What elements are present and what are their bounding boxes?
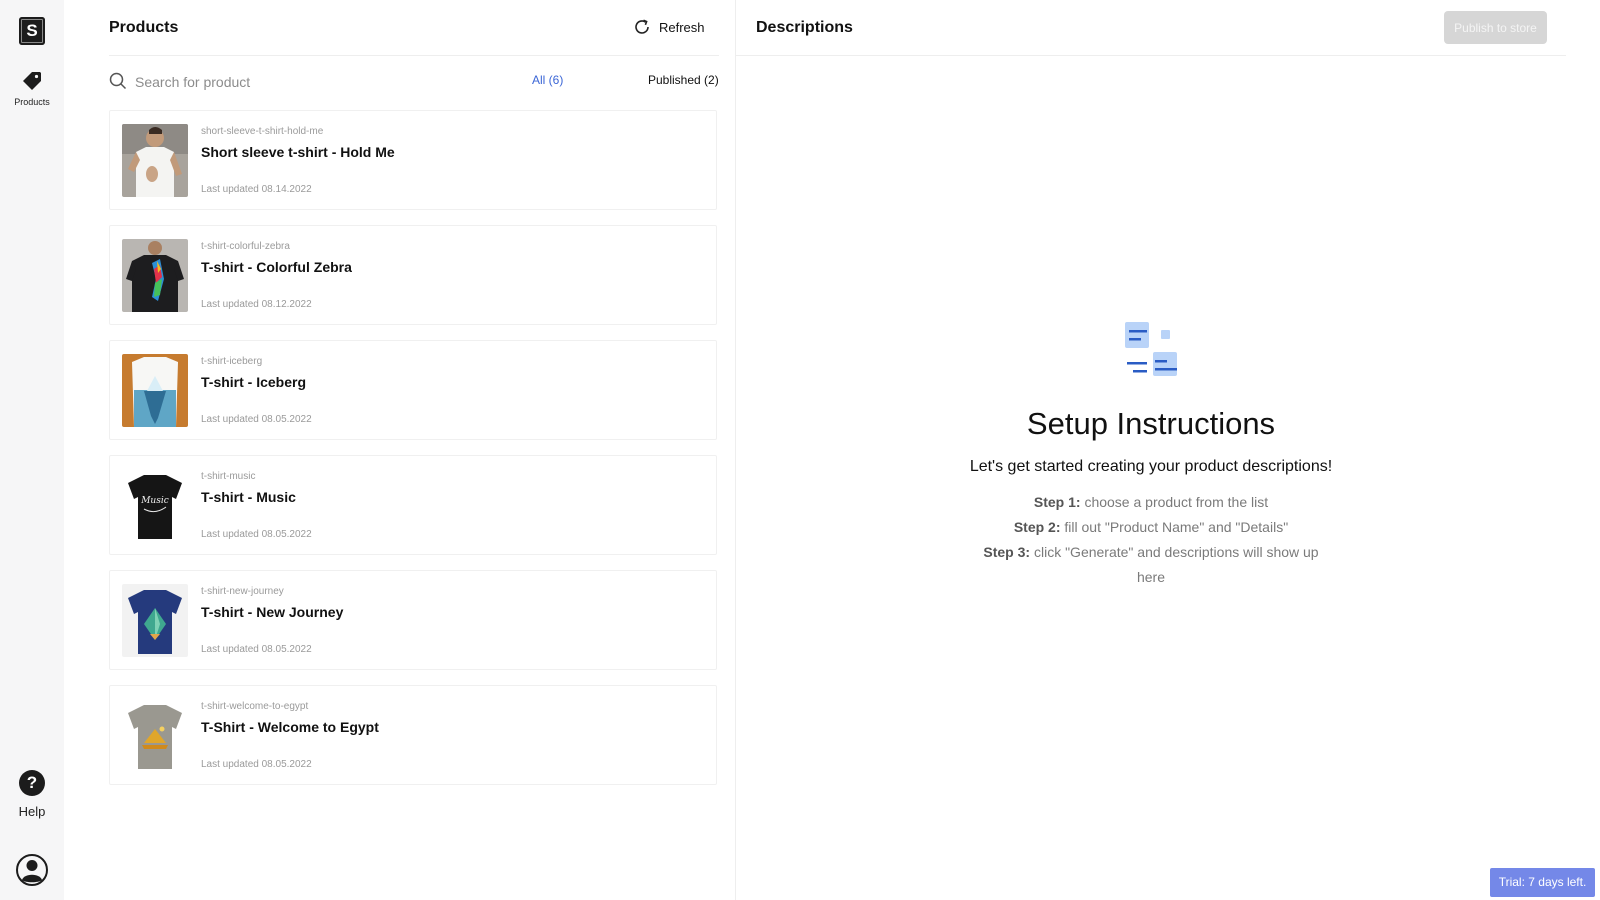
step-3: Step 3: click "Generate" and description… [981, 540, 1321, 590]
product-slug: t-shirt-iceberg [201, 356, 263, 367]
step-2-label: Step 2: [1013, 519, 1061, 535]
setup-subtitle: Let's get started creating your product … [969, 458, 1333, 475]
product-name: Short sleeve t-shirt - Hold Me [201, 144, 395, 160]
trial-badge[interactable]: Trial: 7 days left. [1490, 868, 1595, 897]
product-thumbnail [122, 584, 188, 657]
step-1: Step 1: choose a product from the list [736, 490, 1566, 515]
products-header: Products Refresh [109, 0, 719, 56]
product-name: T-shirt - Music [201, 489, 296, 505]
product-thumbnail [122, 239, 188, 312]
step-1-text: choose a product from the list [1080, 494, 1269, 510]
product-list-item[interactable]: t-shirt-iceberg T-shirt - Iceberg Last u… [109, 340, 717, 440]
product-list-item[interactable]: t-shirt-new-journey T-shirt - New Journe… [109, 570, 717, 670]
setup-instructions: Setup Instructions Let's get started cre… [736, 320, 1566, 590]
setup-title: Setup Instructions [1026, 406, 1276, 441]
step-1-label: Step 1: [1033, 494, 1081, 510]
refresh-label: Refresh [659, 19, 705, 35]
product-updated: Last updated 08.12.2022 [201, 299, 312, 310]
product-name: T-Shirt - Welcome to Egypt [201, 719, 379, 735]
help-label: Help [18, 804, 46, 819]
product-list-item[interactable]: t-shirt-welcome-to-egypt T-Shirt - Welco… [109, 685, 717, 785]
tab-published[interactable]: Published (2) [648, 73, 719, 87]
sidebar: S Products ? Help [0, 0, 64, 900]
step-2-text: fill out "Product Name" and "Details" [1060, 519, 1289, 535]
product-name: T-shirt - Iceberg [201, 374, 307, 390]
product-thumbnail [122, 354, 188, 427]
product-name: T-shirt - Colorful Zebra [201, 259, 352, 275]
step-2: Step 2: fill out "Product Name" and "Det… [736, 515, 1566, 540]
product-thumbnail: Music [122, 469, 188, 542]
products-title: Products [109, 19, 179, 36]
svg-text:Music: Music [140, 496, 169, 506]
publish-to-store-button[interactable]: Publish to store [1444, 11, 1547, 44]
step-3-label: Step 3: [983, 544, 1031, 560]
product-name: T-shirt - New Journey [201, 604, 344, 620]
product-updated: Last updated 08.05.2022 [201, 529, 312, 540]
product-list: short-sleeve-t-shirt-hold-me Short sleev… [109, 110, 717, 800]
refresh-button[interactable]: Refresh [633, 16, 705, 38]
app-logo[interactable]: S [19, 17, 45, 45]
question-icon: ? [19, 770, 45, 796]
product-slug: short-sleeve-t-shirt-hold-me [201, 126, 324, 137]
help-button[interactable]: ? Help [0, 770, 64, 819]
product-slug: t-shirt-new-journey [201, 586, 284, 597]
product-updated: Last updated 08.05.2022 [201, 759, 312, 770]
search-row: All (6) Published (2) [109, 70, 719, 96]
product-list-item[interactable]: Music t-shirt-music T-shirt - Music Last… [109, 455, 717, 555]
refresh-icon [635, 19, 649, 34]
step-3-text: click "Generate" and descriptions will s… [1030, 544, 1319, 585]
product-thumbnail [122, 699, 188, 772]
descriptions-header: Descriptions Publish to store [736, 0, 1566, 56]
descriptions-icon [1125, 322, 1177, 376]
product-list-item[interactable]: t-shirt-colorful-zebra T-shirt - Colorfu… [109, 225, 717, 325]
product-slug: t-shirt-music [201, 471, 256, 482]
sidebar-item-products[interactable]: Products [0, 68, 64, 116]
product-slug: t-shirt-welcome-to-egypt [201, 701, 309, 712]
user-avatar-icon[interactable] [16, 853, 48, 887]
search-input[interactable] [135, 71, 435, 93]
product-thumbnail [122, 124, 188, 197]
product-list-item[interactable]: short-sleeve-t-shirt-hold-me Short sleev… [109, 110, 717, 210]
app: S Products ? Help Products Refresh Searc… [0, 0, 1600, 900]
product-updated: Last updated 08.14.2022 [201, 184, 312, 195]
setup-steps: Step 1: choose a product from the list S… [736, 490, 1566, 590]
product-updated: Last updated 08.05.2022 [201, 414, 312, 425]
sidebar-item-label: Products [14, 97, 50, 107]
descriptions-title: Descriptions [756, 19, 853, 36]
product-slug: t-shirt-colorful-zebra [201, 241, 290, 252]
tab-all[interactable]: All (6) [532, 73, 563, 87]
search-icon [109, 72, 127, 90]
tag-icon [23, 72, 41, 90]
product-updated: Last updated 08.05.2022 [201, 644, 312, 655]
